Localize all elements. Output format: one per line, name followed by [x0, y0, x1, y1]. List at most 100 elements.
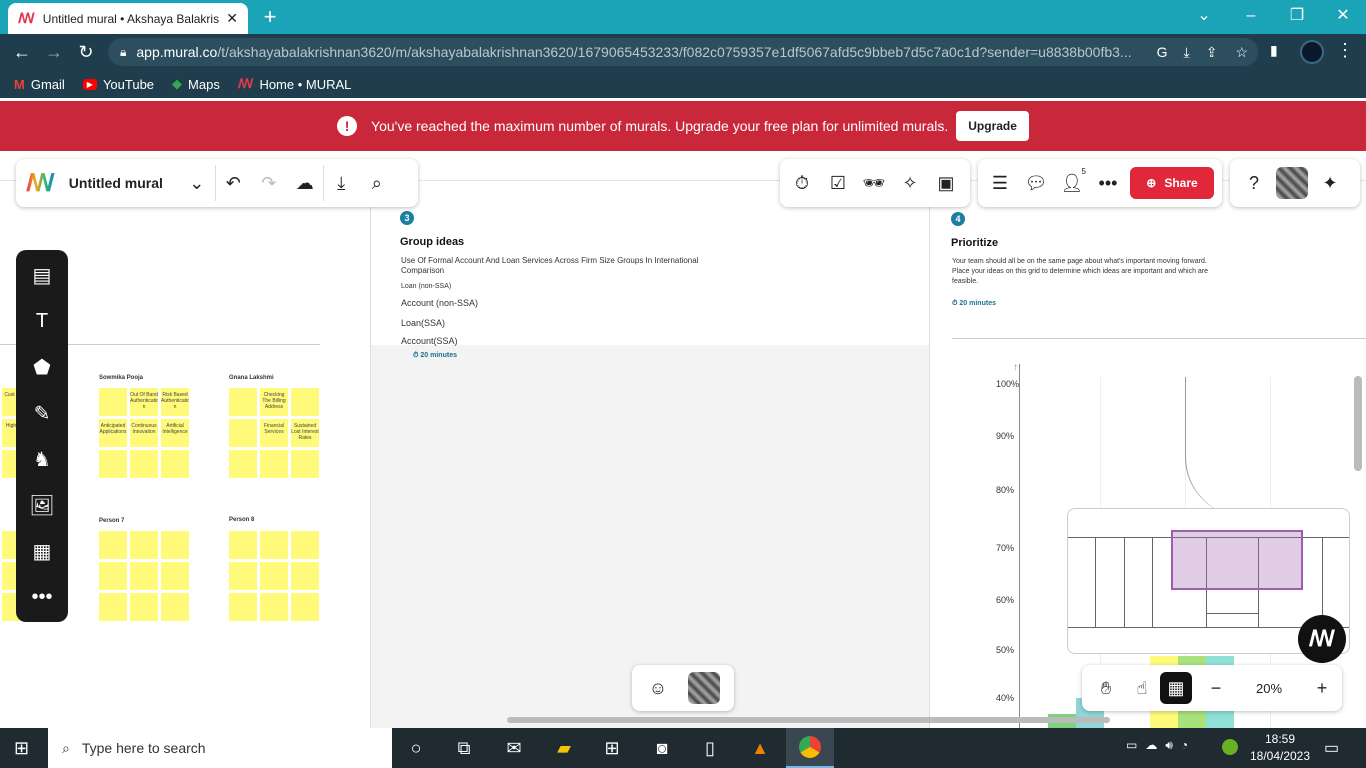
redo-icon[interactable]: ↷: [251, 165, 287, 201]
minimap-toggle-icon[interactable]: ▦: [1160, 672, 1192, 704]
bookmark-youtube[interactable]: ▶ YouTube: [82, 77, 154, 92]
reload-icon[interactable]: ↻: [70, 42, 102, 63]
sticky-note[interactable]: [130, 593, 158, 621]
sticky-note[interactable]: [130, 450, 158, 478]
sticky-note[interactable]: [161, 593, 189, 621]
text-icon[interactable]: T: [16, 298, 68, 344]
sticky-note[interactable]: [229, 562, 257, 590]
outline-icon[interactable]: ☰: [982, 165, 1018, 201]
google-icon[interactable]: G: [1157, 44, 1168, 60]
collaborator-avatar[interactable]: [688, 672, 720, 704]
ai-sparkle-icon[interactable]: ✦: [1312, 165, 1348, 201]
undo-icon[interactable]: ↶: [214, 165, 251, 201]
side-panel-icon[interactable]: ▮: [1270, 42, 1290, 62]
mural-title[interactable]: Untitled mural: [69, 175, 179, 191]
minimize-button[interactable]: –: [1228, 4, 1274, 28]
sticky-note[interactable]: [260, 593, 288, 621]
bookmark-mural-home[interactable]: ꟿ Home • MURAL: [238, 76, 352, 92]
sticky-note[interactable]: [99, 388, 127, 416]
sticky-note[interactable]: [229, 419, 257, 447]
sticky-note[interactable]: [229, 388, 257, 416]
voting-icon[interactable]: ☑: [820, 165, 856, 201]
laser-pointer-icon[interactable]: ✧: [892, 165, 928, 201]
sticky-note[interactable]: [291, 388, 319, 416]
sticky-note[interactable]: [260, 450, 288, 478]
close-window-button[interactable]: ✕: [1320, 4, 1366, 28]
mural-logo-icon[interactable]: ꟿ: [26, 169, 55, 198]
user-avatar[interactable]: [1276, 167, 1308, 199]
file-explorer-icon[interactable]: ▰: [552, 736, 576, 760]
sticky-note[interactable]: [99, 450, 127, 478]
mural-canvas[interactable]: 3 Group ideas Use Of Formal Account And …: [0, 151, 1366, 728]
chevron-down-icon[interactable]: ⌄: [179, 165, 215, 201]
camera-icon[interactable]: ◙: [650, 736, 674, 760]
minimap-viewport[interactable]: [1171, 530, 1303, 590]
sticky-note[interactable]: [260, 531, 288, 559]
close-tab-icon[interactable]: ✕: [226, 10, 238, 27]
chat-icon[interactable]: 💬︎: [1018, 165, 1054, 201]
bookmark-star-icon[interactable]: ☆: [1235, 44, 1248, 61]
vlc-icon[interactable]: ▲: [748, 736, 772, 760]
sticky-note[interactable]: [229, 531, 257, 559]
sticky-note[interactable]: [130, 562, 158, 590]
members-icon[interactable]: 👤︎ 5: [1054, 165, 1090, 201]
sticky-note[interactable]: Checking The Billing Address: [260, 388, 288, 416]
sticky-note[interactable]: [99, 593, 127, 621]
toolbox-icon[interactable]: ▣: [928, 165, 964, 201]
cloud-saved-icon[interactable]: ☁: [287, 165, 323, 201]
tray-app-icon[interactable]: [1222, 739, 1238, 755]
pen-icon[interactable]: ✎: [16, 390, 68, 436]
store-icon[interactable]: ⊞: [600, 736, 624, 760]
bookmark-gmail[interactable]: M Gmail: [14, 77, 65, 92]
notifications-icon[interactable]: ▭: [1324, 738, 1339, 758]
select-hand-icon[interactable]: ☝︎: [1124, 670, 1160, 706]
profile-avatar[interactable]: [1300, 40, 1324, 64]
shapes-icon[interactable]: ⬟: [16, 344, 68, 390]
back-icon[interactable]: ←: [6, 42, 38, 63]
image-icon[interactable]: 🖼︎: [16, 482, 68, 528]
chrome-taskbar-button[interactable]: [786, 728, 834, 768]
more-tools-icon[interactable]: •••: [16, 574, 68, 620]
sticky-note[interactable]: Continuous Innovation: [130, 419, 158, 447]
sticky-note[interactable]: [291, 450, 319, 478]
restore-button[interactable]: ❐: [1274, 4, 1320, 28]
pan-hand-icon[interactable]: ✋︎: [1088, 670, 1124, 706]
sticky-note[interactable]: Anticipated Applications: [99, 419, 127, 447]
sticky-note[interactable]: [291, 562, 319, 590]
install-icon[interactable]: ⤓: [1184, 44, 1190, 61]
system-tray-icons[interactable]: ▭☁🔊︎◔: [1126, 738, 1196, 753]
vertical-scrollbar[interactable]: [1354, 376, 1362, 471]
sticky-note[interactable]: [99, 531, 127, 559]
sticky-note[interactable]: Sustained Lost Interest Rates: [291, 419, 319, 447]
browser-menu-icon[interactable]: ⋮: [1336, 40, 1354, 61]
timer-icon[interactable]: ⏱: [784, 165, 820, 201]
sticky-note[interactable]: [291, 593, 319, 621]
forward-icon[interactable]: →: [38, 42, 70, 63]
sticky-note[interactable]: [161, 531, 189, 559]
browser-tab[interactable]: ꟿ Untitled mural • Akshaya Balakris ✕: [8, 3, 248, 34]
templates-llama-icon[interactable]: ♞: [16, 436, 68, 482]
more-icon[interactable]: •••: [1090, 165, 1126, 201]
new-tab-button[interactable]: +: [258, 6, 282, 30]
mural-logo-button[interactable]: ꟿ: [1298, 615, 1346, 663]
bookmark-maps[interactable]: ◆ Maps: [172, 76, 220, 92]
grid-icon[interactable]: ▦: [16, 528, 68, 574]
share-button[interactable]: ⊕ Share: [1130, 167, 1214, 199]
sticky-note[interactable]: Financial Services: [260, 419, 288, 447]
sticky-note-icon[interactable]: ▤: [16, 252, 68, 298]
sticky-note[interactable]: [229, 593, 257, 621]
task-view-icon[interactable]: ⧉: [452, 736, 476, 760]
private-mode-icon[interactable]: 🕶︎: [856, 165, 892, 201]
share-page-icon[interactable]: ⇪: [1206, 44, 1218, 61]
sticky-note[interactable]: [99, 562, 127, 590]
sticky-note[interactable]: [260, 562, 288, 590]
horizontal-scrollbar[interactable]: [507, 717, 1110, 723]
zoom-out-icon[interactable]: −: [1198, 670, 1234, 706]
windows-start-icon[interactable]: ⊞: [14, 738, 29, 759]
sticky-note[interactable]: Artificial Intelligence: [161, 419, 189, 447]
taskbar-search[interactable]: ⌕ Type here to search: [48, 728, 392, 768]
sticky-note[interactable]: [161, 562, 189, 590]
notepad-icon[interactable]: ▯: [698, 736, 722, 760]
sticky-note[interactable]: [291, 531, 319, 559]
zoom-in-icon[interactable]: +: [1304, 670, 1340, 706]
